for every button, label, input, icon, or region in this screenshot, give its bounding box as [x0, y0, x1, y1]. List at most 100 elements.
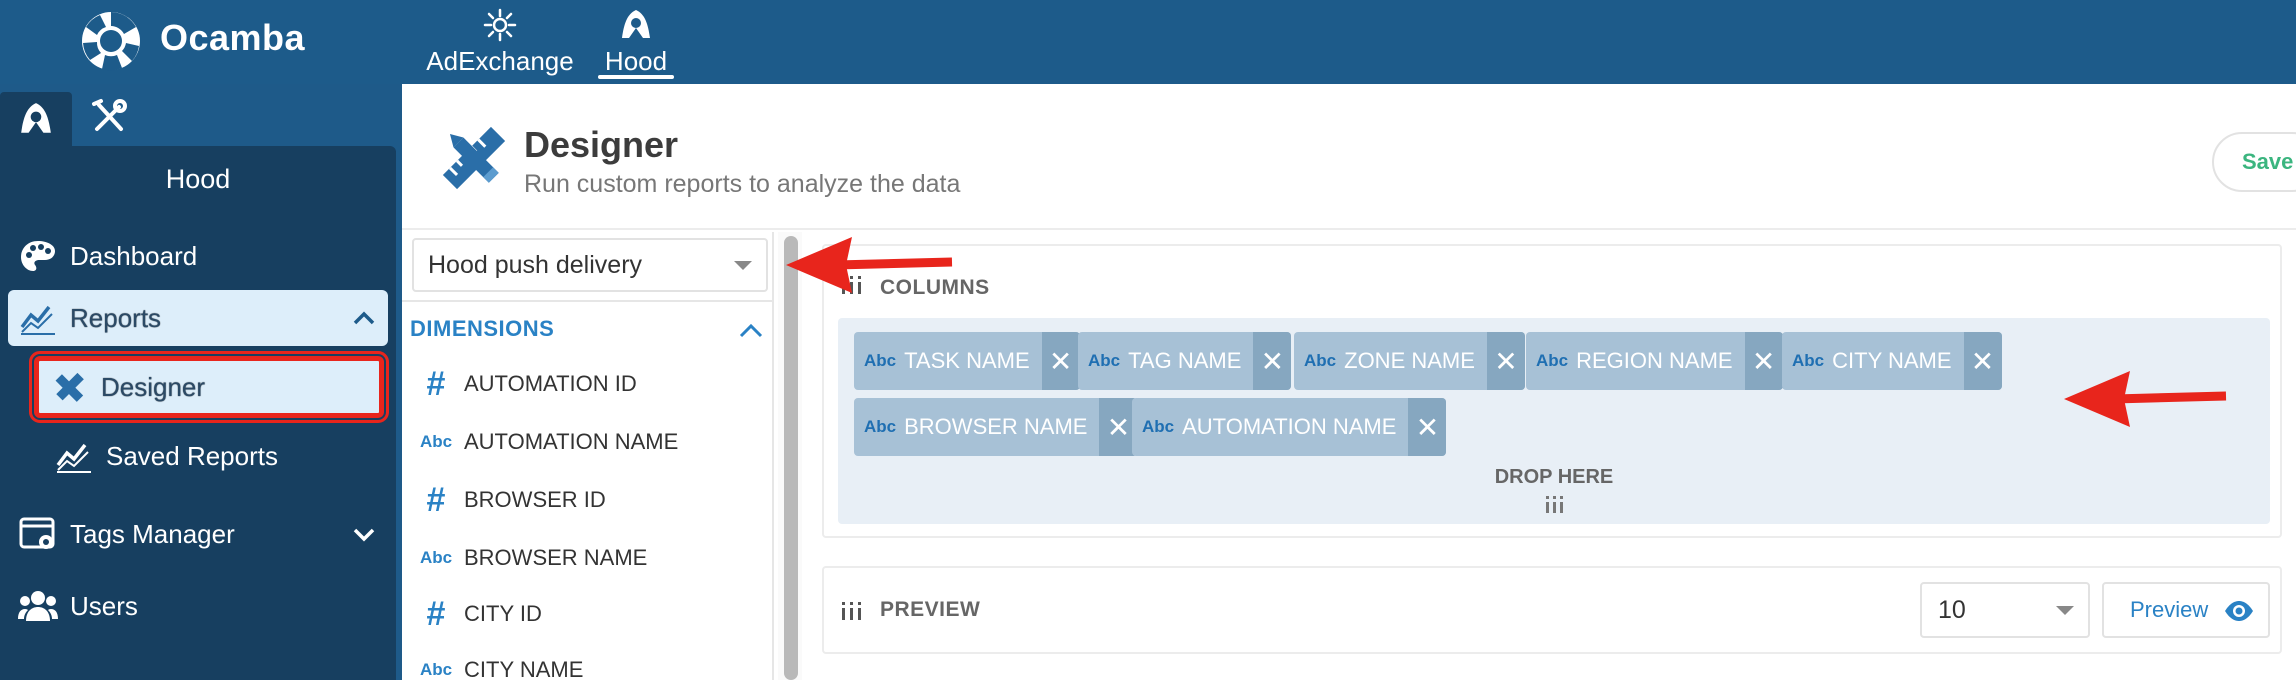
preview-card: PREVIEW 10 Preview: [822, 566, 2282, 654]
text-type-icon: Abc: [420, 432, 453, 451]
chevron-down-icon[interactable]: [350, 520, 378, 548]
column-chip[interactable]: Abc TAG NAME ✕: [1078, 332, 1292, 390]
column-chip-label: ZONE NAME: [1344, 348, 1475, 373]
column-chip[interactable]: Abc CITY NAME ✕: [1782, 332, 2002, 390]
sidebar-item-label: Saved Reports: [106, 440, 278, 471]
grip-icon: [1546, 496, 1563, 513]
rows-count-value: 10: [1938, 596, 1966, 624]
sidebar-item-designer[interactable]: Designer: [29, 351, 389, 423]
nav-hood-label: Hood: [604, 46, 668, 76]
remove-chip-button[interactable]: ✕: [1253, 332, 1292, 390]
column-chip[interactable]: Abc ZONE NAME ✕: [1294, 332, 1525, 390]
data-source-value: Hood push delivery: [428, 251, 643, 279]
page-subtitle: Run custom reports to analyze the data: [524, 170, 961, 198]
sidebar: Hood Dashboard Reports Designer Saved Re…: [0, 84, 402, 680]
pencil-ruler-icon: [442, 126, 506, 190]
number-type-icon: #: [426, 480, 446, 519]
sidebar-panel-title: Hood: [165, 164, 231, 194]
nav-adexchange-label: AdExchange: [426, 46, 574, 76]
caret-down-icon: [2056, 606, 2074, 615]
remove-chip-button[interactable]: ✕: [1408, 398, 1447, 456]
tag-window-icon: [16, 514, 60, 554]
drop-here-label: DROP HERE: [1494, 466, 1614, 488]
chart-icon: [16, 298, 60, 338]
column-chip-label: BROWSER NAME: [904, 414, 1088, 439]
dimension-label: BROWSER ID: [464, 487, 606, 512]
data-source-select[interactable]: Hood push delivery: [412, 238, 768, 292]
tools-icon: [92, 99, 127, 131]
remove-chip-button[interactable]: ✕: [1744, 332, 1783, 390]
column-chip-label: TAG NAME: [1128, 348, 1242, 373]
column-chip[interactable]: Abc BROWSER NAME ✕: [854, 398, 1138, 456]
preview-title: PREVIEW: [880, 598, 981, 621]
text-type-icon: Abc: [420, 660, 453, 679]
number-type-icon: #: [426, 364, 446, 403]
dimension-item[interactable]: Abc AUTOMATION NAME: [420, 422, 678, 462]
page-title: Designer: [524, 124, 679, 165]
chevron-up-icon[interactable]: [738, 320, 764, 342]
column-chip-label: REGION NAME: [1576, 348, 1733, 373]
dimension-item[interactable]: Abc CITY NAME: [420, 650, 583, 690]
dimension-item[interactable]: Abc BROWSER NAME: [420, 538, 647, 578]
page-header: Designer Run custom reports to analyze t…: [402, 84, 2296, 230]
sidebar-panel: Hood Dashboard Reports Designer Saved Re…: [0, 146, 396, 680]
active-nav-indicator: [598, 75, 674, 79]
sidebar-item-saved-reports[interactable]: Saved Reports: [44, 428, 384, 484]
nav-adexchange[interactable]: AdExchange: [422, 8, 578, 78]
rows-count-select[interactable]: 10: [1920, 582, 2090, 638]
sidebar-item-reports[interactable]: Reports: [8, 290, 388, 346]
number-type-icon: #: [426, 594, 446, 633]
text-type-icon: Abc: [1792, 351, 1825, 370]
ocamba-logo-icon[interactable]: [80, 10, 142, 72]
dimension-item[interactable]: # CITY ID: [420, 594, 542, 634]
text-type-icon: Abc: [1142, 417, 1175, 436]
column-chip[interactable]: Abc AUTOMATION NAME ✕: [1132, 398, 1447, 456]
chart-icon: [52, 436, 96, 476]
column-chip[interactable]: Abc TASK NAME ✕: [854, 332, 1080, 390]
dimension-label: AUTOMATION NAME: [464, 429, 679, 454]
dimension-item[interactable]: # AUTOMATION ID: [420, 364, 637, 404]
sidebar-item-label: Dashboard: [70, 240, 198, 271]
dimension-label: BROWSER NAME: [464, 545, 648, 570]
column-chip-label: CITY NAME: [1832, 348, 1952, 373]
preview-button[interactable]: Preview: [2102, 582, 2270, 638]
sidebar-item-label: Users: [70, 590, 138, 621]
top-bar: Ocamba AdExchange Hood: [0, 0, 2296, 84]
text-type-icon: Abc: [1304, 351, 1337, 370]
column-chip[interactable]: Abc REGION NAME ✕: [1526, 332, 1783, 390]
text-type-icon: Abc: [864, 351, 897, 370]
nav-hood[interactable]: Hood: [596, 8, 676, 79]
scrollbar-thumb[interactable]: [784, 236, 798, 680]
sidebar-item-label: Tags Manager: [70, 518, 235, 549]
columns-card: COLUMNS Abc TASK NAME ✕ Abc TAG NAME ✕ A…: [822, 244, 2282, 538]
dimension-label: AUTOMATION ID: [464, 371, 637, 396]
remove-chip-button[interactable]: ✕: [1041, 332, 1080, 390]
grip-icon[interactable]: [840, 600, 864, 620]
eye-icon: [2225, 601, 2253, 621]
sidebar-item-dashboard[interactable]: Dashboard: [8, 228, 388, 284]
sidebar-tabs: [0, 84, 402, 146]
sidebar-item-label: Designer: [101, 371, 206, 402]
annotation-arrow-icon: [2064, 371, 2227, 427]
caret-down-icon: [734, 261, 752, 270]
remove-chip-button[interactable]: ✕: [1486, 332, 1525, 390]
sidebar-item-users[interactable]: Users: [8, 578, 388, 634]
preview-button-label: Preview: [2130, 597, 2209, 622]
chevron-up-icon[interactable]: [350, 304, 378, 332]
columns-drop-zone[interactable]: Abc TASK NAME ✕ Abc TAG NAME ✕ Abc ZONE …: [838, 318, 2270, 524]
column-chip-label: AUTOMATION NAME: [1182, 414, 1397, 439]
text-type-icon: Abc: [1088, 351, 1121, 370]
remove-chip-button[interactable]: ✕: [1963, 332, 2002, 390]
sun-icon: [483, 8, 517, 42]
divider: [402, 300, 774, 302]
sidebar-tab-hood[interactable]: [0, 92, 72, 146]
sidebar-item-tags-manager[interactable]: Tags Manager: [8, 506, 388, 562]
sidebar-tab-tools[interactable]: [80, 92, 138, 142]
sidebar-item-label: Reports: [70, 302, 162, 333]
save-button[interactable]: Save: [2212, 132, 2296, 192]
dimensions-header[interactable]: DIMENSIONS: [410, 316, 554, 342]
hood-icon: [21, 103, 51, 133]
dimension-item[interactable]: # BROWSER ID: [420, 480, 606, 520]
text-type-icon: Abc: [864, 417, 897, 436]
pencil-ruler-icon: [47, 367, 91, 407]
